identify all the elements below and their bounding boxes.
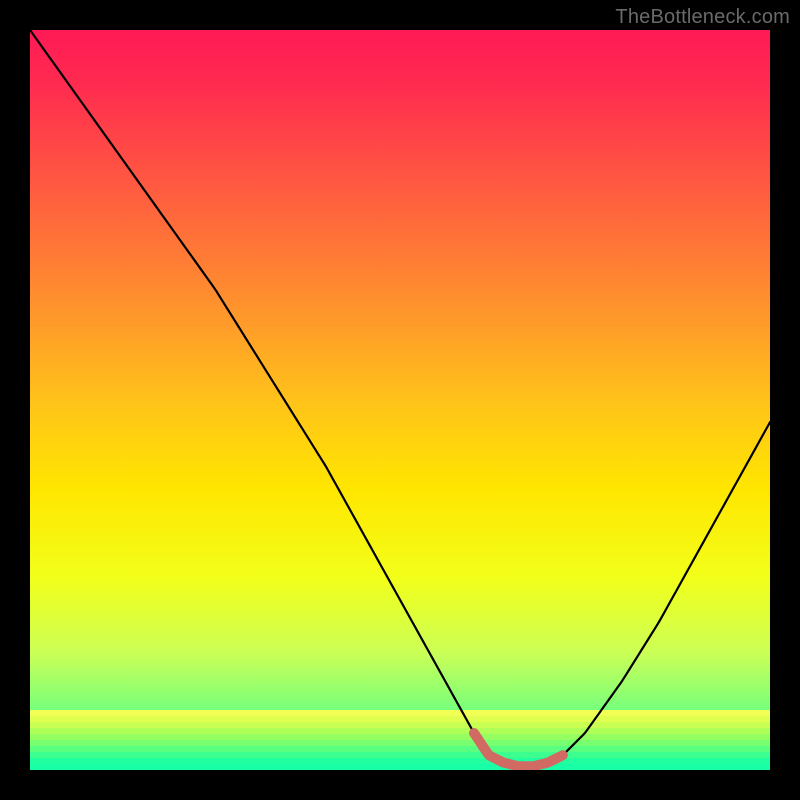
curve-layer <box>30 30 770 770</box>
bottleneck-curve <box>30 30 770 766</box>
optimal-range-marker <box>474 733 563 766</box>
plot-area <box>30 30 770 770</box>
chart-stage: TheBottleneck.com <box>0 0 800 800</box>
watermark-text: TheBottleneck.com <box>615 6 790 29</box>
